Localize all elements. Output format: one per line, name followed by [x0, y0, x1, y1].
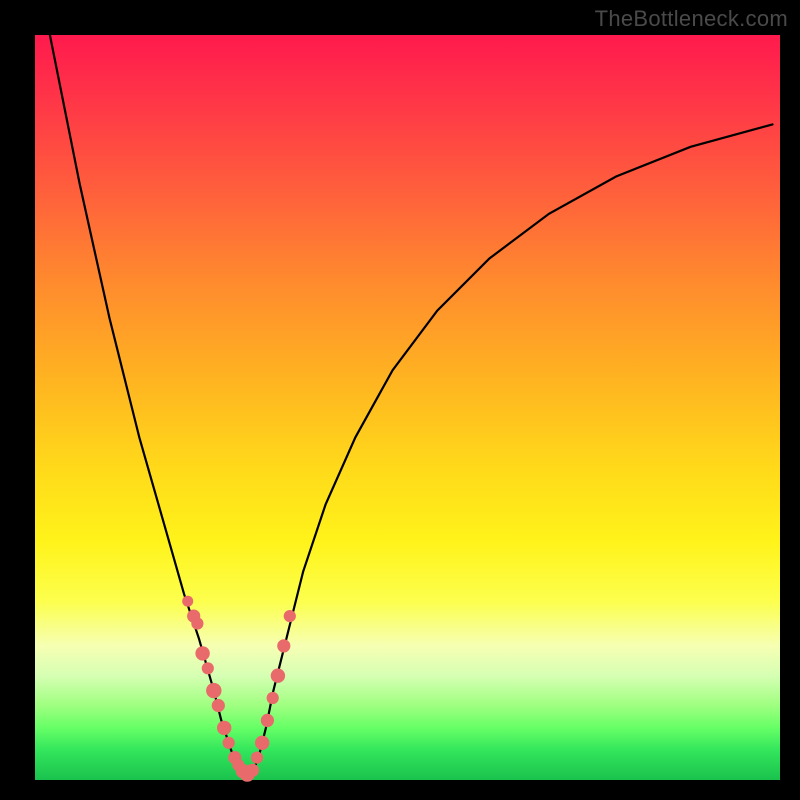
watermark-label: TheBottleneck.com: [595, 6, 788, 32]
scatter-dot: [212, 699, 225, 712]
plot-area: [35, 35, 780, 780]
scatter-dot: [261, 714, 274, 727]
scatter-dot: [267, 692, 279, 704]
scatter-dot: [277, 639, 290, 652]
scatter-dot: [191, 617, 203, 629]
scatter-dot: [195, 646, 209, 660]
curve-left-branch: [50, 35, 244, 776]
scatter-dot: [251, 752, 263, 764]
scatter-dot: [246, 764, 259, 777]
scatter-dot: [206, 683, 221, 698]
scatter-dot: [223, 737, 235, 749]
scatter-dot: [202, 662, 214, 674]
chart-svg: [35, 35, 780, 780]
scatter-dot: [284, 610, 296, 622]
scatter-dot: [217, 721, 231, 735]
curve-right-branch: [251, 124, 773, 776]
scatter-dot: [182, 596, 193, 607]
chart-frame: TheBottleneck.com: [0, 0, 800, 800]
scatter-dot: [271, 669, 285, 683]
scatter-dot: [255, 736, 269, 750]
scatter-dots: [182, 596, 296, 782]
